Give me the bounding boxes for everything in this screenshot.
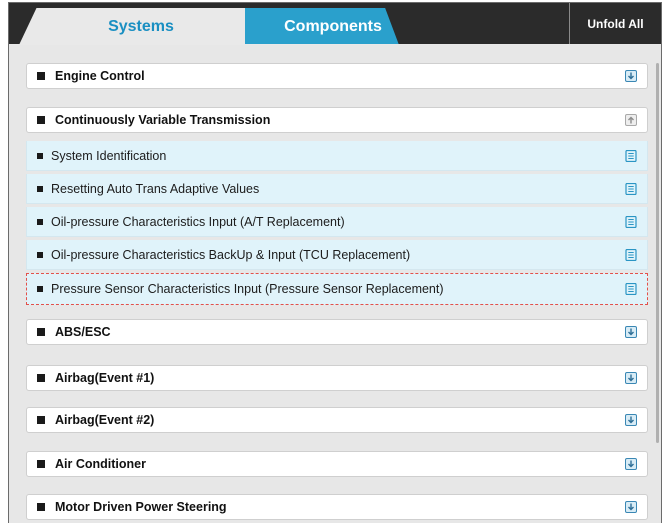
document-icon[interactable] [625,248,637,261]
expand-down-icon[interactable] [625,372,637,384]
group-airbag-event-2[interactable]: Airbag(Event #2) [26,407,648,433]
group-engine-control[interactable]: Engine Control [26,63,648,89]
expand-down-icon[interactable] [625,501,637,513]
expand-down-icon[interactable] [625,458,637,470]
bullet-icon [37,218,43,225]
document-icon[interactable] [625,283,637,295]
document-icon[interactable] [625,215,637,228]
list-item-pressure-sensor[interactable]: Pressure Sensor Characteristics Input (P… [26,273,648,305]
group-label: Continuously Variable Transmission [55,113,271,127]
group-label: Engine Control [55,69,145,83]
bullet-icon [37,416,45,424]
item-label: Oil-pressure Characteristics Input (A/T … [51,214,345,229]
unfold-all-button[interactable]: Unfold All [569,3,661,45]
item-label: Resetting Auto Trans Adaptive Values [51,181,260,196]
list-item-system-identification[interactable]: System Identification [26,141,648,171]
bullet-icon [37,251,43,258]
collapse-up-icon[interactable] [625,114,637,126]
app-frame: Systems Components Unfold All Engine Con… [8,2,662,523]
bullet-icon [37,185,43,192]
group-label: ABS/ESC [55,325,111,339]
group-air-conditioner[interactable]: Air Conditioner [26,451,648,477]
expand-down-icon[interactable] [625,414,637,426]
bullet-icon [37,374,45,382]
list-item-oil-pressure-at[interactable]: Oil-pressure Characteristics Input (A/T … [26,207,648,237]
bullet-icon [37,460,45,468]
group-label: Airbag(Event #2) [55,413,155,427]
expand-down-icon[interactable] [625,326,637,338]
expand-down-icon[interactable] [625,70,637,82]
document-icon[interactable] [625,149,637,162]
bullet-icon [37,72,45,80]
group-label: Airbag(Event #1) [55,371,155,385]
tab-bar: Systems Components Unfold All [9,3,661,45]
bullet-icon [37,328,45,336]
item-label: Pressure Sensor Characteristics Input (P… [51,282,444,296]
item-label: System Identification [51,148,167,163]
group-label: Motor Driven Power Steering [55,500,227,514]
bullet-icon [37,152,43,159]
list-item-resetting-adaptive[interactable]: Resetting Auto Trans Adaptive Values [26,174,648,204]
list-item-oil-pressure-tcu[interactable]: Oil-pressure Characteristics BackUp & In… [26,240,648,270]
bullet-icon [37,116,45,124]
group-airbag-event-1[interactable]: Airbag(Event #1) [26,365,648,391]
bullet-icon [37,503,45,511]
tab-systems[interactable]: Systems [19,8,269,45]
item-label: Oil-pressure Characteristics BackUp & In… [51,247,411,262]
scrollbar[interactable] [656,63,659,443]
group-cvt[interactable]: Continuously Variable Transmission [26,107,648,133]
tab-components[interactable]: Components [245,8,399,45]
bullet-icon [37,286,43,292]
group-motor-driven-power-steering[interactable]: Motor Driven Power Steering [26,494,648,520]
document-icon[interactable] [625,182,637,195]
group-abs-esc[interactable]: ABS/ESC [26,319,648,345]
group-label: Air Conditioner [55,457,146,471]
